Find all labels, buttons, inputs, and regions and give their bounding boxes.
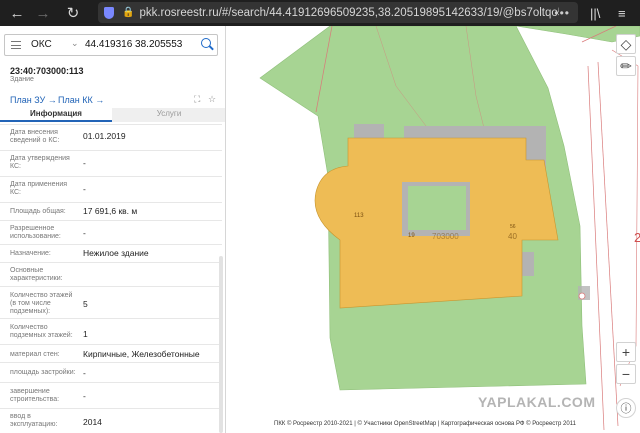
favorite-star-icon[interactable]: ☆ — [208, 94, 216, 105]
menu-icon[interactable]: ≡ — [618, 0, 626, 26]
info-value: 2014 — [83, 417, 102, 427]
info-value: - — [83, 391, 86, 401]
info-value: Нежилое здание — [83, 248, 149, 258]
info-label: Назначение: — [10, 250, 51, 257]
info-value: 5 — [83, 299, 88, 309]
info-label: Количество подземных этажей: — [10, 324, 73, 339]
zoom-to-object-icon[interactable]: ⛶ — [194, 94, 200, 105]
info-value: 1 — [83, 329, 88, 339]
courtyard — [408, 186, 466, 230]
info-label: ввод в эксплуатацию: — [10, 413, 58, 428]
info-label: Дата применения КС: — [10, 181, 68, 196]
address-bar[interactable]: 🔒 pkk.rosreestr.ru/#/search/44.419126965… — [98, 2, 578, 23]
back-arrow-icon[interactable]: ← — [6, 0, 28, 26]
map-label: 703000 — [432, 232, 459, 241]
building-gray — [354, 124, 384, 138]
info-row: Разрешенное использование: - — [0, 220, 222, 244]
layers-icon[interactable]: ◇ — [616, 34, 636, 54]
zoom-in-button[interactable]: + — [616, 342, 636, 362]
info-value: - — [83, 228, 86, 238]
info-row: Назначение: Нежилое здание — [0, 244, 222, 262]
reload-icon[interactable]: ↻ — [62, 0, 84, 26]
hamburger-icon[interactable] — [11, 41, 21, 49]
page-actions-icon[interactable]: ••• — [554, 6, 570, 20]
map-label: 19 — [408, 233, 415, 239]
info-row: Основные характеристики: — [0, 262, 222, 286]
info-row: Площадь общая: 17 691,6 кв. м — [0, 202, 222, 220]
info-row: Количество этажей (в том числе подземных… — [0, 286, 222, 318]
info-label: площадь застройки: — [10, 369, 76, 376]
map-label: 2 — [634, 230, 640, 245]
info-row: ввод в эксплуатацию: 2014 — [0, 408, 222, 433]
chevron-down-icon[interactable]: ⌄ — [71, 38, 79, 49]
info-value: 01.01.2019 — [83, 131, 126, 141]
map-marker — [578, 292, 586, 300]
info-value: - — [83, 158, 86, 168]
info-row: Дата применения КС: - — [0, 176, 222, 202]
info-label: материал стен: — [10, 351, 60, 358]
map-label: 56 — [510, 224, 516, 230]
panel-scrollbar[interactable] — [219, 256, 223, 433]
info-label: Дата утверждения КС: — [10, 155, 70, 170]
info-panel: ОКС ⌄ 44.419316 38.205553 23:40:703000:1… — [0, 26, 226, 433]
info-row: площадь застройки: - — [0, 362, 222, 382]
parcel-boundary — [587, 65, 605, 431]
info-tabs: Информация Услуги — [0, 108, 225, 122]
tab-information[interactable]: Информация — [0, 108, 112, 122]
plan-zu-label: План ЗУ — [10, 95, 46, 105]
parcel-boundary — [611, 49, 639, 387]
search-bar[interactable]: ОКС ⌄ 44.419316 38.205553 — [4, 34, 218, 56]
search-icon[interactable] — [201, 38, 211, 48]
info-row: Дата утверждения КС: - — [0, 150, 222, 176]
info-value: Кирпичные, Железобетонные — [83, 349, 200, 359]
info-label: Количество этажей (в том числе подземных… — [10, 292, 73, 315]
info-row: Дата внесения сведений о КС: 01.01.2019 — [0, 124, 222, 150]
info-label: Основные характеристики: — [10, 267, 63, 282]
info-value: - — [83, 184, 86, 194]
map-label: 40 — [508, 232, 517, 241]
search-input[interactable]: 44.419316 38.205553 — [85, 39, 182, 50]
info-row: Количество подземных этажей: 1 — [0, 318, 222, 344]
ruler-icon[interactable]: ✏ — [616, 56, 636, 76]
info-row: завершение строительства: - — [0, 382, 222, 408]
map-canvas — [259, 26, 640, 431]
watermark: YAPLAKAL.COM — [478, 394, 596, 410]
tab-services[interactable]: Услуги — [112, 108, 225, 122]
plan-kk-label: План КК — [58, 95, 93, 105]
search-type-select[interactable]: ОКС — [31, 39, 52, 50]
info-label: завершение строительства: — [10, 388, 60, 403]
plan-kk-link[interactable]: План КК → — [58, 95, 104, 105]
locate-icon[interactable]: ⓘ — [616, 398, 636, 418]
zoom-out-button[interactable]: − — [616, 364, 636, 384]
info-row: материал стен: Кирпичные, Железобетонные — [0, 344, 222, 362]
object-type: Здание — [10, 76, 34, 83]
forward-arrow-icon[interactable]: → — [32, 0, 54, 26]
browser-toolbar: ← → ↻ 🔒 pkk.rosreestr.ru/#/search/44.419… — [0, 0, 640, 26]
info-label: Дата внесения сведений о КС: — [10, 129, 60, 144]
arrow-right-icon: → — [92, 95, 105, 105]
info-label: Площадь общая: — [10, 208, 66, 215]
parcel-boundary — [597, 61, 619, 427]
library-icon[interactable]: ||\ — [590, 0, 600, 26]
info-label: Разрешенное использование: — [10, 225, 61, 240]
lock-icon: 🔒 — [122, 7, 135, 18]
map-view[interactable]: 113 19 703000 40 56 2 ◇ ✏ + − ⓘ YAPLAKAL… — [226, 26, 640, 433]
map-attribution: ПКК © Росреестр 2010-2021 | © Участники … — [274, 421, 576, 427]
info-value: - — [83, 368, 86, 378]
url-text: pkk.rosreestr.ru/#/search/44.41912696509… — [139, 6, 560, 19]
map-label: 113 — [354, 213, 364, 219]
shield-icon — [104, 6, 114, 19]
info-value: 17 691,6 кв. м — [83, 206, 138, 216]
cadastral-number: 23:40:703000:113 — [10, 66, 84, 76]
plan-zu-link[interactable]: План ЗУ → — [10, 95, 57, 105]
arrow-right-icon: → — [45, 95, 57, 105]
